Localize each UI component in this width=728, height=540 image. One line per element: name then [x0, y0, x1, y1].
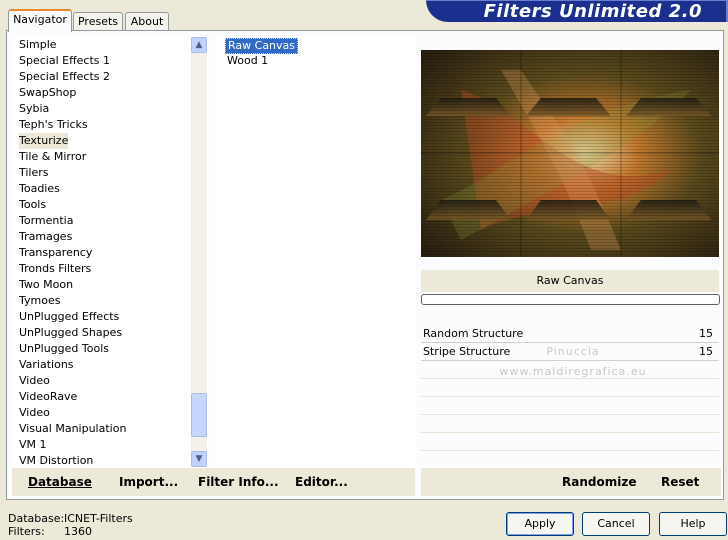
- category-item[interactable]: Special Effects 2: [19, 69, 110, 85]
- app-title: Filters Unlimited 2.0: [483, 1, 702, 22]
- filter-list[interactable]: [215, 36, 415, 468]
- param-value[interactable]: 15: [699, 325, 713, 342]
- tab-presets[interactable]: Presets: [73, 12, 123, 30]
- category-items: Simple Special Effects 1 Special Effects 2…: [12, 36, 190, 468]
- category-item[interactable]: Tormentia: [19, 213, 73, 229]
- category-item[interactable]: Visual Manipulation: [19, 421, 126, 437]
- cancel-button[interactable]: Cancel: [582, 512, 650, 536]
- param-label: Random Structure: [423, 327, 524, 340]
- preview-image: [421, 50, 719, 257]
- category-item[interactable]: UnPlugged Shapes: [19, 325, 122, 341]
- filter-item[interactable]: Raw Canvas: [225, 38, 299, 54]
- param-row-empty: [421, 451, 719, 469]
- status-filters-label: Filters:: [8, 525, 45, 538]
- filter-items: Raw Canvas Wood 1: [215, 36, 415, 96]
- param-row-empty: [421, 415, 719, 433]
- status-database-label: Database:: [8, 512, 65, 525]
- status-database-value: ICNET-Filters: [64, 512, 133, 525]
- category-item[interactable]: Teph's Tricks: [19, 117, 88, 133]
- category-item[interactable]: Variations: [19, 357, 74, 373]
- category-item[interactable]: Special Effects 1: [19, 53, 110, 69]
- status-filters-value: 1360: [64, 525, 92, 538]
- tab-about[interactable]: About: [125, 12, 169, 30]
- scroll-up-button[interactable]: ▲: [191, 37, 207, 53]
- editor-button[interactable]: Editor...: [295, 475, 348, 489]
- category-scrollbar[interactable]: ▲ ▼: [191, 37, 207, 467]
- watermark-line1: Pinuccia: [546, 345, 600, 358]
- database-button[interactable]: Database: [28, 475, 92, 489]
- import-button[interactable]: Import...: [119, 475, 178, 489]
- param-row-random-structure[interactable]: Random Structure 15: [421, 325, 719, 343]
- category-item[interactable]: SwapShop: [19, 85, 76, 101]
- scroll-thumb[interactable]: [191, 393, 207, 437]
- watermark: Pinuccia www.maldiregrafica.eu: [478, 342, 668, 382]
- help-button[interactable]: Help: [659, 512, 727, 536]
- category-item[interactable]: Tools: [19, 197, 46, 213]
- filter-name-label: Raw Canvas: [421, 270, 719, 292]
- category-item[interactable]: VM Distortion: [19, 453, 93, 468]
- category-item[interactable]: Transparency: [19, 245, 92, 261]
- watermark-line2: www.maldiregrafica.eu: [499, 365, 647, 378]
- category-item[interactable]: Tramages: [19, 229, 72, 245]
- category-item[interactable]: Toadies: [19, 181, 60, 197]
- category-item[interactable]: Texturize: [19, 133, 69, 149]
- category-item[interactable]: UnPlugged Effects: [19, 309, 119, 325]
- tab-navigator[interactable]: Navigator: [8, 9, 72, 32]
- filter-item[interactable]: Wood 1: [225, 54, 270, 68]
- param-row-empty: [421, 397, 719, 415]
- randomize-button[interactable]: Randomize: [562, 475, 636, 489]
- param-value[interactable]: 15: [699, 343, 713, 360]
- filter-info-button[interactable]: Filter Info...: [198, 475, 279, 489]
- apply-button[interactable]: Apply: [506, 512, 574, 536]
- category-item[interactable]: VideoRave: [19, 389, 77, 405]
- category-item[interactable]: Video: [19, 405, 50, 421]
- category-item[interactable]: Tronds Filters: [19, 261, 91, 277]
- category-item[interactable]: Simple: [19, 37, 57, 53]
- category-item[interactable]: VM 1: [19, 437, 47, 453]
- param-row-empty: [421, 433, 719, 451]
- category-item[interactable]: Two Moon: [19, 277, 73, 293]
- category-item[interactable]: Video: [19, 373, 50, 389]
- category-item[interactable]: Tile & Mirror: [19, 149, 86, 165]
- reset-button[interactable]: Reset: [661, 475, 699, 489]
- scroll-down-button[interactable]: ▼: [191, 451, 207, 467]
- category-item[interactable]: UnPlugged Tools: [19, 341, 109, 357]
- category-item[interactable]: Tymoes: [19, 293, 60, 309]
- category-item[interactable]: Sybia: [19, 101, 49, 117]
- progress-bar: [421, 294, 720, 305]
- category-item[interactable]: Tilers: [19, 165, 49, 181]
